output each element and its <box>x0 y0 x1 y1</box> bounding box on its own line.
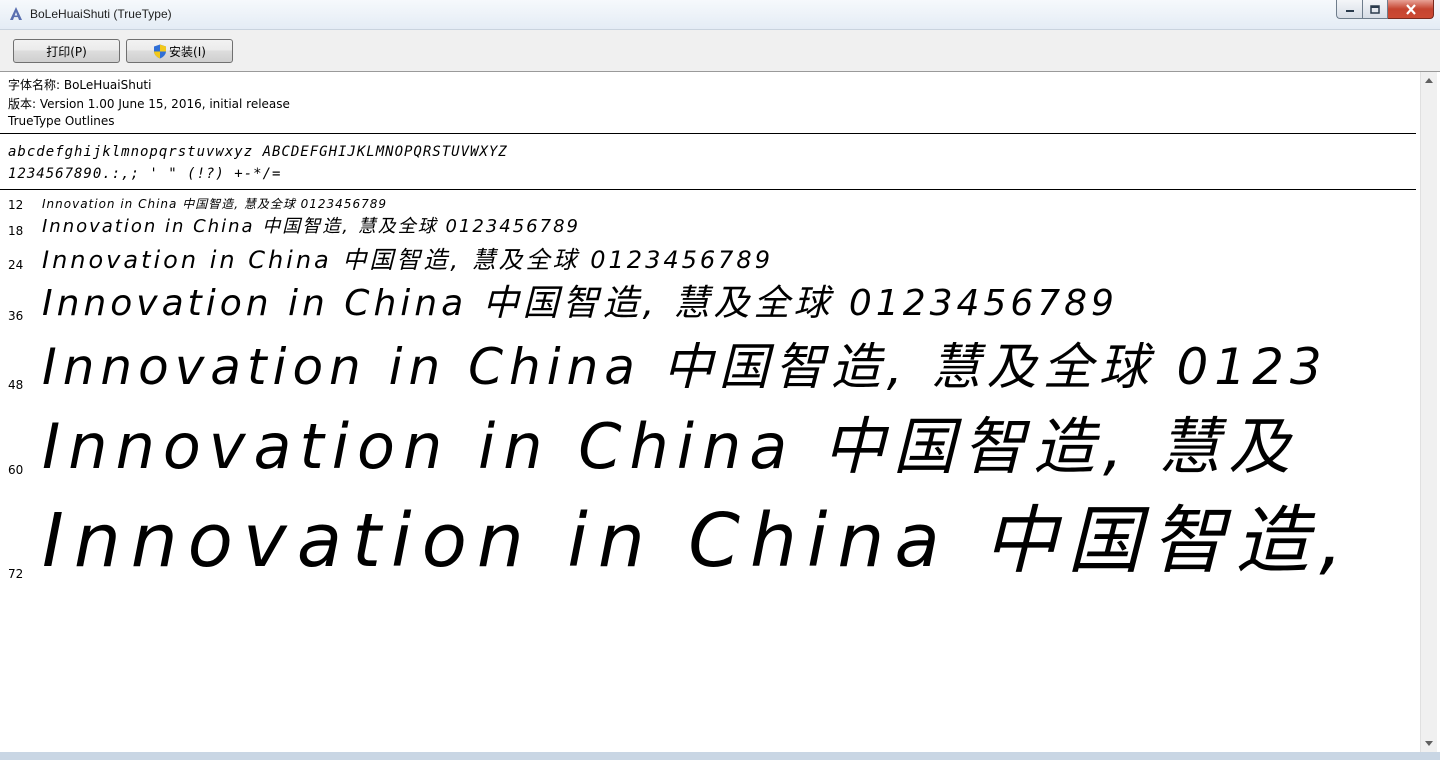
sample-text: Innovation in China 中国智造, 慧及全球 0123 <box>42 338 1328 396</box>
print-button-label: 打印(P) <box>46 44 87 59</box>
sample-text: Innovation in China 中国智造, 慧及全球 012345678… <box>42 197 387 211</box>
size-label: 18 <box>8 224 24 238</box>
size-label: 36 <box>8 309 24 323</box>
shield-icon <box>154 44 167 58</box>
size-label: 48 <box>8 378 24 392</box>
type-line: TrueType Outlines <box>8 114 115 128</box>
toolbar: 打印(P) 安装(I) <box>0 30 1440 72</box>
window-title: BoLeHuaiShuti (TrueType) <box>30 7 172 21</box>
divider <box>0 133 1416 134</box>
size-label: 24 <box>8 258 24 272</box>
title-bar: BoLeHuaiShuti (TrueType) <box>0 0 1440 30</box>
charset-letters: abcdefghijklmnopqrstuvwxyz ABCDEFGHIJKLM… <box>8 144 508 160</box>
scroll-down-button[interactable] <box>1421 735 1437 752</box>
print-button[interactable]: 打印(P) <box>13 39 120 63</box>
install-button[interactable]: 安装(I) <box>126 39 233 63</box>
install-button-label: 安装(I) <box>169 44 206 59</box>
window-frame-bottom <box>0 752 1440 760</box>
scroll-up-button[interactable] <box>1421 72 1437 89</box>
divider <box>0 189 1416 190</box>
caption-buttons <box>1336 0 1434 20</box>
font-preview-area: 字体名称: BoLeHuaiShuti 版本: Version 1.00 Jun… <box>0 72 1420 760</box>
sample-text: Innovation in China 中国智造, 慧及全球 012345678… <box>42 216 580 237</box>
charset-digits: 1234567890.:,; ' " (!?) +-*/= <box>8 166 282 182</box>
close-button[interactable] <box>1388 0 1434 19</box>
minimize-icon <box>1345 10 1354 12</box>
sample-text: Innovation in China 中国智造, <box>42 498 1353 584</box>
chevron-up-icon <box>1425 78 1433 83</box>
vertical-scrollbar[interactable] <box>1420 72 1437 752</box>
version-line: 版本: Version 1.00 June 15, 2016, initial … <box>8 97 290 111</box>
minimize-button[interactable] <box>1336 0 1362 19</box>
font-viewer-icon <box>10 7 22 20</box>
size-label: 72 <box>8 567 24 581</box>
sample-text: Innovation in China 中国智造, 慧及全球 012345678… <box>42 246 773 274</box>
size-label: 12 <box>8 198 24 212</box>
size-label: 60 <box>8 463 24 477</box>
sample-text: Innovation in China 中国智造, 慧及 <box>42 410 1299 483</box>
maximize-button[interactable] <box>1362 0 1388 19</box>
maximize-icon <box>1370 4 1380 14</box>
sample-text: Innovation in China 中国智造, 慧及全球 012345678… <box>42 283 1118 324</box>
font-name-line: 字体名称: BoLeHuaiShuti <box>8 78 152 92</box>
chevron-down-icon <box>1425 741 1433 746</box>
close-icon <box>1405 3 1416 15</box>
